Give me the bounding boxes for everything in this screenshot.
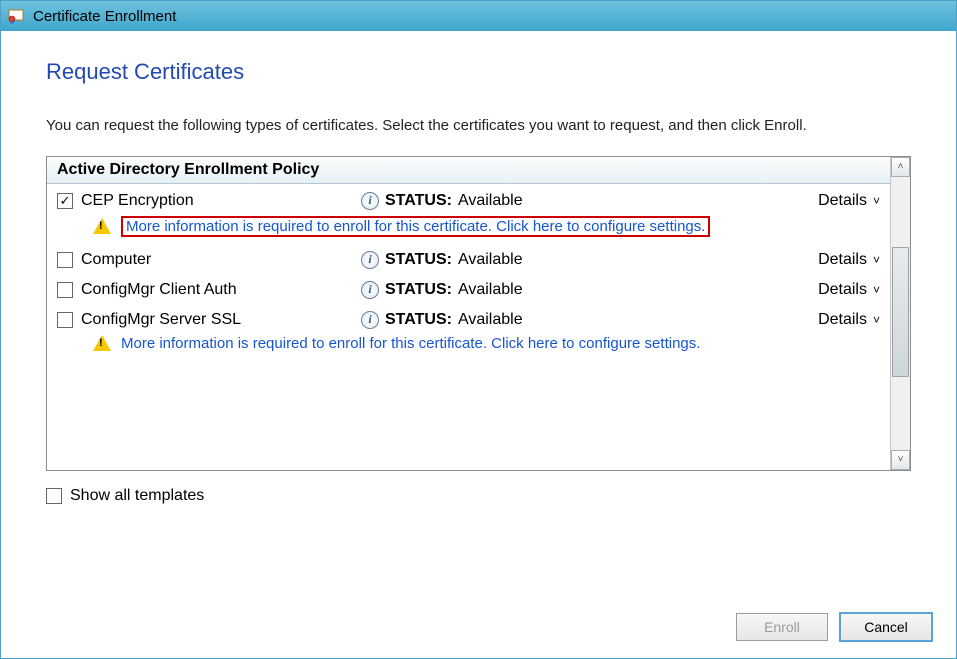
scroll-up-button[interactable]: ˄ (891, 157, 910, 177)
warning-link[interactable]: More information is required to enroll f… (121, 335, 700, 352)
cert-row: ConfigMgr Client Authi STATUS: Available De… (47, 273, 890, 303)
status-value: Available (458, 311, 523, 329)
status-label: STATUS: (385, 192, 452, 210)
info-icon: i (361, 251, 379, 269)
cert-checkbox[interactable] (57, 193, 73, 209)
status-label: STATUS: (385, 311, 452, 329)
status-label: STATUS: (385, 281, 452, 299)
window-title: Certificate Enrollment (33, 8, 176, 25)
cert-row: ConfigMgr Server SSLi STATUS: Available Det… (47, 303, 890, 358)
enroll-button[interactable]: Enroll (736, 613, 828, 641)
info-icon: i (361, 311, 379, 329)
show-all-checkbox[interactable] (46, 488, 62, 504)
content-area: Request Certificates You can request the… (1, 31, 956, 515)
status-block: i STATUS: Available (361, 281, 818, 299)
cert-name: CEP Encryption (81, 192, 361, 210)
cert-main-line: Computeri STATUS: Available Details ˅ (57, 251, 880, 269)
info-icon: i (361, 281, 379, 299)
cert-main-line: CEP Encryptioni STATUS: Available Details ˅ (57, 192, 880, 210)
footer-buttons: Enroll Cancel (736, 613, 932, 641)
certificate-listbox: Active Directory Enrollment Policy CEP E… (46, 156, 911, 471)
info-icon: i (361, 192, 379, 210)
details-label: Details (818, 281, 867, 299)
instructions-text: You can request the following types of c… (46, 115, 911, 138)
show-all-row: Show all templates (46, 487, 911, 505)
warning-icon (93, 335, 111, 351)
status-value: Available (458, 192, 523, 210)
cert-row: Computeri STATUS: Available Details ˅ (47, 243, 890, 273)
warning-icon (93, 218, 111, 234)
list-scroll-area: Active Directory Enrollment Policy CEP E… (47, 157, 890, 470)
vertical-scrollbar[interactable]: ˄ ˅ (890, 157, 910, 470)
cert-checkbox[interactable] (57, 252, 73, 268)
cert-checkbox[interactable] (57, 282, 73, 298)
chevron-down-icon: ˅ (873, 283, 880, 297)
details-toggle[interactable]: Details ˅ (818, 251, 880, 269)
cert-row: CEP Encryptioni STATUS: Available Details ˅ M… (47, 184, 890, 243)
scroll-track[interactable] (891, 177, 910, 450)
page-title: Request Certificates (46, 59, 911, 85)
status-block: i STATUS: Available (361, 311, 818, 329)
cert-main-line: ConfigMgr Server SSLi STATUS: Available Det… (57, 311, 880, 329)
details-toggle[interactable]: Details ˅ (818, 281, 880, 299)
warning-line: More information is required to enroll f… (93, 216, 880, 237)
scroll-down-button[interactable]: ˅ (891, 450, 910, 470)
status-block: i STATUS: Available (361, 251, 818, 269)
cancel-button[interactable]: Cancel (840, 613, 932, 641)
details-label: Details (818, 192, 867, 210)
details-label: Details (818, 251, 867, 269)
certificate-icon (7, 7, 25, 25)
policy-header: Active Directory Enrollment Policy (47, 157, 890, 184)
warning-line: More information is required to enroll f… (93, 335, 880, 352)
titlebar: Certificate Enrollment (1, 1, 956, 31)
status-label: STATUS: (385, 251, 452, 269)
status-block: i STATUS: Available (361, 192, 818, 210)
details-toggle[interactable]: Details ˅ (818, 192, 880, 210)
cert-name: ConfigMgr Server SSL (81, 311, 361, 329)
show-all-label: Show all templates (70, 487, 204, 505)
status-value: Available (458, 281, 523, 299)
status-value: Available (458, 251, 523, 269)
chevron-down-icon: ˅ (873, 253, 880, 267)
cert-name: Computer (81, 251, 361, 269)
chevron-down-icon: ˅ (873, 194, 880, 208)
cert-name: ConfigMgr Client Auth (81, 281, 361, 299)
cert-checkbox[interactable] (57, 312, 73, 328)
warning-link[interactable]: More information is required to enroll f… (121, 216, 710, 237)
details-label: Details (818, 311, 867, 329)
cert-main-line: ConfigMgr Client Authi STATUS: Available De… (57, 281, 880, 299)
details-toggle[interactable]: Details ˅ (818, 311, 880, 329)
scroll-thumb[interactable] (892, 247, 909, 377)
chevron-down-icon: ˅ (873, 313, 880, 327)
